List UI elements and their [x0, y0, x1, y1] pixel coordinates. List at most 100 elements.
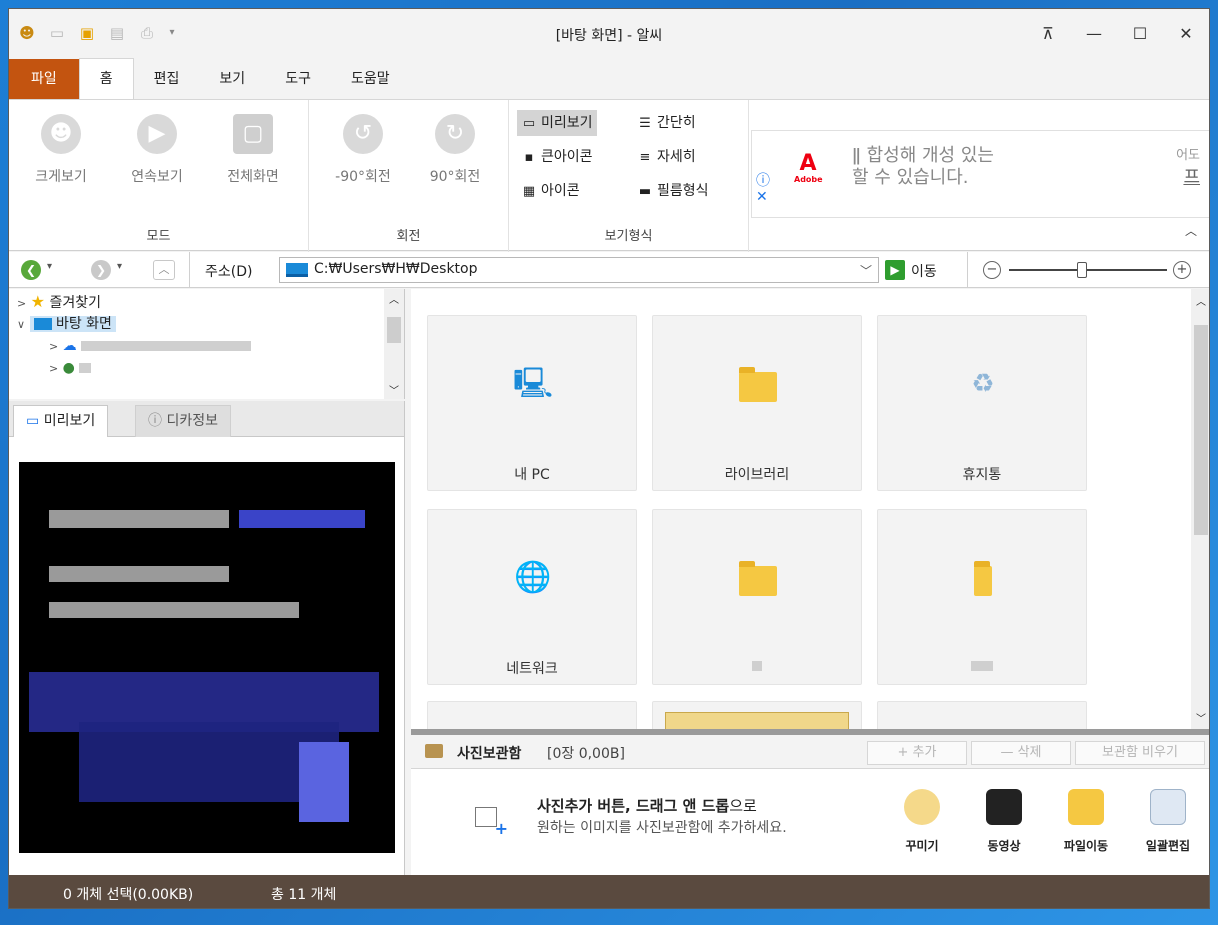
advertisement-banner[interactable]: ⓘ ✕ A Adobe ǁ 합성해 개성 있는 할 수 있습니다. 어도 프 [751, 130, 1209, 218]
photo-box-title: 사진보관함 [457, 746, 522, 762]
video-label: 동영상 [987, 839, 1021, 853]
pin-ribbon-button[interactable]: ⊼ [1025, 9, 1071, 59]
scroll-down-icon[interactable]: ﹀ [389, 382, 399, 397]
rotate-right-label: 90°회전 [429, 169, 481, 185]
star-icon: ★ [30, 292, 46, 311]
tab-file[interactable]: 파일 [9, 59, 79, 99]
tab-camera-info[interactable]: ⓘ 디카정보 [135, 405, 231, 437]
tile-network[interactable]: 🌐 네트워크 [427, 509, 637, 685]
grid-scrollbar[interactable]: ︿ ﹀ [1191, 289, 1209, 729]
photo-box-hint-line1: 사진추가 버튼, 드래그 앤 드롭으로 [537, 795, 757, 816]
move-file-label: 파일이동 [1063, 839, 1109, 853]
tree-scrollbar[interactable]: ︿ ﹀ [384, 289, 404, 399]
rotate-right-button[interactable]: ↻ 90°회전 [415, 114, 495, 186]
up-folder-button[interactable]: ︿ [153, 260, 175, 280]
photo-box-empty-button[interactable]: 보관함 비우기 [1075, 741, 1205, 765]
tree-scroll-thumb[interactable] [387, 317, 401, 343]
tile-partial[interactable] [652, 701, 862, 729]
collapse-chevron-icon[interactable]: ∨ [17, 318, 25, 331]
batch-edit-icon [1150, 789, 1186, 825]
ad-right-line2: 프 [1183, 167, 1200, 188]
tree-item-favorites[interactable]: > ★ 즐겨찾기 [17, 291, 101, 313]
tab-edit[interactable]: 편집 [134, 59, 200, 99]
photo-box-area[interactable]: 사진추가 버튼, 드래그 앤 드롭으로 원하는 이미지를 사진보관함에 추가하세… [411, 769, 1209, 875]
back-button[interactable]: ❮ [21, 260, 41, 280]
adobe-logo: A Adobe [794, 153, 823, 185]
scroll-up-icon[interactable]: ︿ [1196, 293, 1206, 308]
view-simple-option[interactable]: ☰ 간단히 [633, 110, 700, 136]
tree-item-favorites-label: 즐겨찾기 [49, 295, 101, 311]
zoom-slider-thumb[interactable] [1077, 262, 1087, 278]
title-bar: ☻ ▭ ▣ ▤ ⎙ ▾ [바탕 화면] - 알씨 ⊼ — ☐ ✕ [9, 9, 1209, 59]
large-view-button[interactable]: ☻ 크게보기 [21, 114, 101, 186]
details-view-icon: ≡ [639, 150, 651, 165]
preview-image [19, 462, 395, 853]
photo-box-add-button[interactable]: + 추가 [867, 741, 967, 765]
scroll-up-icon[interactable]: ︿ [389, 291, 399, 306]
minimize-button[interactable]: — [1071, 9, 1117, 59]
tree-item-desktop-label: 바탕 화면 [55, 316, 112, 332]
tab-help[interactable]: 도움말 [331, 59, 410, 99]
tile-label [878, 658, 1086, 674]
view-film-label: 필름형식 [657, 183, 709, 199]
file-grid: 🖳 내 PC 라이브러리 ♻ 휴지통 🌐 네트워크 ︿ ﹀ [411, 289, 1209, 729]
tab-home[interactable]: 홈 [78, 58, 134, 99]
add-photo-icon[interactable] [475, 807, 508, 838]
batch-edit-button[interactable]: 일괄편집 [1133, 789, 1203, 854]
photo-box-hint-line2: 원하는 이미지를 사진보관함에 추가하세요. [537, 820, 787, 836]
tile-library[interactable]: 라이브러리 [652, 315, 862, 491]
status-total: 총 11 개체 [271, 887, 337, 903]
address-dropdown-icon[interactable]: ﹀ [860, 262, 872, 279]
tile-my-pc[interactable]: 🖳 내 PC [427, 315, 637, 491]
close-button[interactable]: ✕ [1163, 9, 1209, 59]
tree-item-onedrive[interactable]: > ☁ [49, 335, 252, 357]
view-details-option[interactable]: ≡ 자세히 [633, 144, 700, 170]
collapse-ribbon-icon[interactable]: ︿ [1185, 222, 1197, 239]
maximize-button[interactable]: ☐ [1117, 9, 1163, 59]
status-selected: 0 개체 선택(0.00KB) [63, 887, 194, 903]
zoom-in-button[interactable]: + [1173, 261, 1191, 279]
tab-tools[interactable]: 도구 [265, 59, 331, 99]
view-icon-option[interactable]: ▦ 아이콘 [517, 178, 584, 204]
grid-scroll-thumb[interactable] [1194, 325, 1208, 535]
large-view-icon: ☻ [41, 114, 81, 154]
view-film-option[interactable]: ▬ 필름형식 [633, 178, 713, 204]
video-button[interactable]: 동영상 [969, 789, 1039, 854]
rotate-left-button[interactable]: ↺ -90°회전 [323, 114, 403, 186]
expand-chevron-icon[interactable]: > [17, 297, 26, 310]
rotate-left-label: -90°회전 [335, 169, 391, 185]
decorate-button[interactable]: 꾸미기 [887, 789, 957, 854]
view-preview-option[interactable]: ▭ 미리보기 [517, 110, 597, 136]
tree-item-user[interactable]: > ● [49, 357, 92, 379]
back-history-dropdown-icon[interactable]: ▾ [47, 261, 52, 272]
tile-partial[interactable] [877, 701, 1087, 729]
move-file-button[interactable]: 파일이동 [1051, 789, 1121, 854]
library-folder-icon [739, 367, 777, 402]
user-icon: ● [62, 360, 75, 376]
expand-chevron-icon[interactable]: > [49, 340, 58, 353]
forward-history-dropdown-icon[interactable]: ▾ [117, 261, 122, 272]
forward-button[interactable]: ❯ [91, 260, 111, 280]
rotate-left-icon: ↺ [343, 114, 383, 154]
photo-box-delete-button[interactable]: — 삭제 [971, 741, 1071, 765]
address-input[interactable]: C:₩Users₩H₩Desktop ﹀ [279, 257, 879, 283]
fullscreen-button[interactable]: ▢ 전체화면 [213, 114, 293, 186]
tile-user-folder[interactable] [652, 509, 862, 685]
tab-preview[interactable]: ▭ 미리보기 [13, 405, 109, 437]
tree-item-desktop[interactable]: ∨ 바탕 화면 [17, 313, 116, 335]
tab-view[interactable]: 보기 [199, 59, 265, 99]
tile-partial[interactable] [427, 701, 637, 729]
app-window: ☻ ▭ ▣ ▤ ⎙ ▾ [바탕 화면] - 알씨 ⊼ — ☐ ✕ 파일 홈 편집… [8, 8, 1210, 909]
slideshow-button[interactable]: ▶ 연속보기 [117, 114, 197, 186]
go-arrow-icon[interactable]: ▶ [885, 260, 905, 280]
expand-chevron-icon[interactable]: > [49, 362, 58, 375]
tile-folder[interactable] [877, 509, 1087, 685]
ad-info-icon[interactable]: ⓘ ✕ [756, 173, 770, 205]
zoom-out-button[interactable]: − [983, 261, 1001, 279]
folder-icon [974, 561, 992, 596]
tile-recycle-bin[interactable]: ♻ 휴지통 [877, 315, 1087, 491]
scroll-down-icon[interactable]: ﹀ [1196, 710, 1206, 725]
zoom-slider-track[interactable] [1009, 269, 1167, 271]
go-button[interactable]: 이동 [911, 261, 937, 281]
view-large-icon-option[interactable]: ▪ 큰아이콘 [517, 144, 597, 170]
